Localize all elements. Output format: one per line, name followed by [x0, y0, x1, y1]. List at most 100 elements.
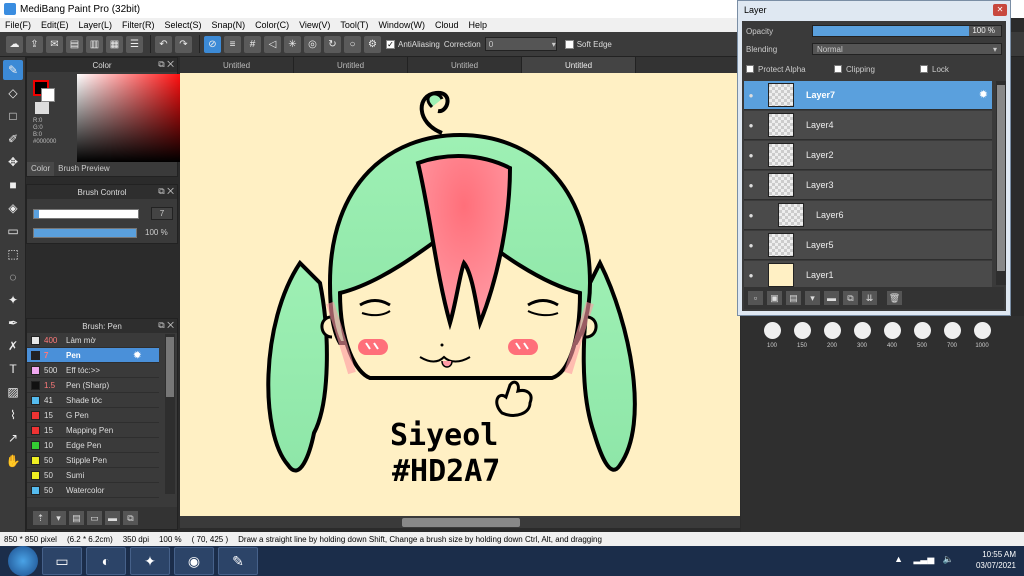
- shape-fill-tool-icon[interactable]: ■: [3, 175, 23, 195]
- new-color-layer-icon[interactable]: ▤: [786, 291, 801, 305]
- tab-document-3[interactable]: Untitled: [408, 57, 522, 73]
- blending-select[interactable]: Normal ▾: [812, 43, 1002, 55]
- delete-layer-icon[interactable]: 🗑: [887, 291, 902, 305]
- pen-tool-icon[interactable]: ↗: [3, 428, 23, 448]
- brush-menu-icon[interactable]: ▾: [51, 511, 66, 525]
- menu-window[interactable]: Window(W): [373, 20, 430, 30]
- eye-icon[interactable]: ●: [744, 211, 758, 220]
- volume-icon[interactable]: 🔈: [943, 554, 954, 564]
- text-tool-icon[interactable]: T: [3, 359, 23, 379]
- new-halftone-layer-icon[interactable]: ▣: [767, 291, 782, 305]
- dot-tool-icon[interactable]: □: [3, 106, 23, 126]
- menu-layer[interactable]: Layer(L): [74, 20, 118, 30]
- brush-size-preset[interactable]: 700: [937, 322, 967, 349]
- panel-close-icon[interactable]: ⧉ ✕: [158, 59, 174, 70]
- background-swatch[interactable]: [41, 88, 55, 102]
- clipping-checkbox[interactable]: [834, 65, 842, 73]
- brush-size-preset[interactable]: 300: [847, 322, 877, 349]
- panel-close-icon[interactable]: ⧉ ✕: [158, 186, 174, 197]
- eye-icon[interactable]: ●: [744, 121, 758, 130]
- layer-list-scrollbar[interactable]: [996, 81, 1006, 285]
- start-button[interactable]: [8, 546, 38, 576]
- layer-menu-icon[interactable]: ▾: [805, 291, 820, 305]
- move-tool-icon[interactable]: ✥: [3, 152, 23, 172]
- menu-color[interactable]: Color(C): [250, 20, 294, 30]
- select-eraser-icon[interactable]: ✗: [3, 336, 23, 356]
- snap-settings-icon[interactable]: ⚙: [364, 35, 381, 53]
- parallel-snap-icon[interactable]: ≡: [224, 35, 241, 53]
- new-layer-icon[interactable]: ▫: [748, 291, 763, 305]
- drawing-canvas[interactable]: Siyeol #HD2A7: [180, 73, 740, 516]
- paint-app-icon[interactable]: ✎: [218, 547, 258, 575]
- gear-icon[interactable]: ✹: [133, 350, 141, 361]
- lock-checkbox[interactable]: [920, 65, 928, 73]
- soft-edge-checkbox[interactable]: [564, 39, 574, 49]
- brush-list-scrollbar[interactable]: [165, 334, 175, 494]
- layer-item[interactable]: ● Layer2: [744, 141, 992, 170]
- vanishing-snap-icon[interactable]: ◁: [264, 35, 281, 53]
- brush-size-value[interactable]: 7: [151, 207, 173, 220]
- merge-layer-icon[interactable]: ⇊: [862, 291, 877, 305]
- undo-icon[interactable]: ↶: [155, 35, 172, 53]
- brush-tool-icon[interactable]: ✎: [3, 60, 23, 80]
- brush-item[interactable]: 7 Pen ✹: [27, 348, 159, 363]
- game-app-icon[interactable]: ✦: [130, 547, 170, 575]
- ellipse-snap-icon[interactable]: ○: [344, 35, 361, 53]
- gradient-tool-icon[interactable]: ▭: [3, 221, 23, 241]
- cloud-icon[interactable]: ☁: [6, 35, 23, 53]
- list-icon[interactable]: ☰: [126, 35, 143, 53]
- lasso-tool-icon[interactable]: ◌: [3, 267, 23, 287]
- brush-size-preset[interactable]: 500: [907, 322, 937, 349]
- hand-tool-icon[interactable]: ✋: [3, 451, 23, 471]
- eyedropper-icon[interactable]: ⌇: [3, 405, 23, 425]
- file-explorer-icon[interactable]: ▭: [42, 547, 82, 575]
- scroll-thumb[interactable]: [997, 85, 1005, 271]
- menu-select[interactable]: Select(S): [160, 20, 207, 30]
- chrome-icon[interactable]: ◉: [174, 547, 214, 575]
- select-tool-icon[interactable]: ⬚: [3, 244, 23, 264]
- canvas-horizontal-scrollbar[interactable]: [180, 516, 740, 528]
- add-brush-icon[interactable]: ⇡: [33, 511, 48, 525]
- brush-item[interactable]: 15 Mapping Pen: [27, 423, 159, 438]
- saturation-value-picker[interactable]: [77, 74, 187, 162]
- eye-icon[interactable]: ●: [744, 241, 758, 250]
- menu-help[interactable]: Help: [463, 20, 492, 30]
- menu-tool[interactable]: Tool(T): [335, 20, 373, 30]
- menu-filter[interactable]: Filter(R): [117, 20, 160, 30]
- tab-document-1[interactable]: Untitled: [180, 57, 294, 73]
- menu-file[interactable]: File(F): [0, 20, 36, 30]
- menu-snap[interactable]: Snap(N): [207, 20, 251, 30]
- coc-coc-browser-icon[interactable]: ◐: [86, 547, 126, 575]
- duplicate-layer-icon[interactable]: ⧉: [843, 291, 858, 305]
- radial-snap-icon[interactable]: ✳: [284, 35, 301, 53]
- chevron-up-icon[interactable]: ▲: [894, 554, 903, 564]
- brush-size-preset[interactable]: 200: [817, 322, 847, 349]
- eye-icon[interactable]: ●: [744, 91, 758, 100]
- layer-item[interactable]: ● Layer1: [744, 261, 992, 290]
- clock[interactable]: 10:55 AM 03/07/2021: [976, 549, 1016, 571]
- brush-size-preset[interactable]: 150: [787, 322, 817, 349]
- curve-snap-icon[interactable]: ↻: [324, 35, 341, 53]
- eye-icon[interactable]: ●: [744, 151, 758, 160]
- snap-off-icon[interactable]: ⊘: [204, 35, 221, 53]
- close-icon[interactable]: ✕: [993, 4, 1007, 16]
- protect-alpha-checkbox[interactable]: [746, 65, 754, 73]
- circle-snap-icon[interactable]: ◎: [304, 35, 321, 53]
- canvas-area[interactable]: Siyeol #HD2A7: [180, 73, 740, 516]
- brush-item[interactable]: 400 Làm mờ: [27, 333, 159, 348]
- brush-item[interactable]: 50 Stipple Pen: [27, 453, 159, 468]
- page-icon[interactable]: ▤: [66, 35, 83, 53]
- brush-opacity-slider[interactable]: [33, 228, 137, 238]
- menu-cloud[interactable]: Cloud: [430, 20, 464, 30]
- brush-item[interactable]: 10 Edge Pen: [27, 438, 159, 453]
- cross-snap-icon[interactable]: #: [244, 35, 261, 53]
- brush-size-preset[interactable]: 400: [877, 322, 907, 349]
- brush-item[interactable]: 50 Watercolor: [27, 483, 159, 498]
- brush-size-preset[interactable]: 100: [757, 322, 787, 349]
- layer-item[interactable]: ● Layer4: [744, 111, 992, 140]
- duplicate-icon[interactable]: ⧉: [123, 511, 138, 525]
- brush-size-preset[interactable]: 1000: [967, 322, 997, 349]
- tab-color[interactable]: Color: [27, 162, 55, 176]
- redo-icon[interactable]: ↷: [175, 35, 192, 53]
- divide-tool-icon[interactable]: ▨: [3, 382, 23, 402]
